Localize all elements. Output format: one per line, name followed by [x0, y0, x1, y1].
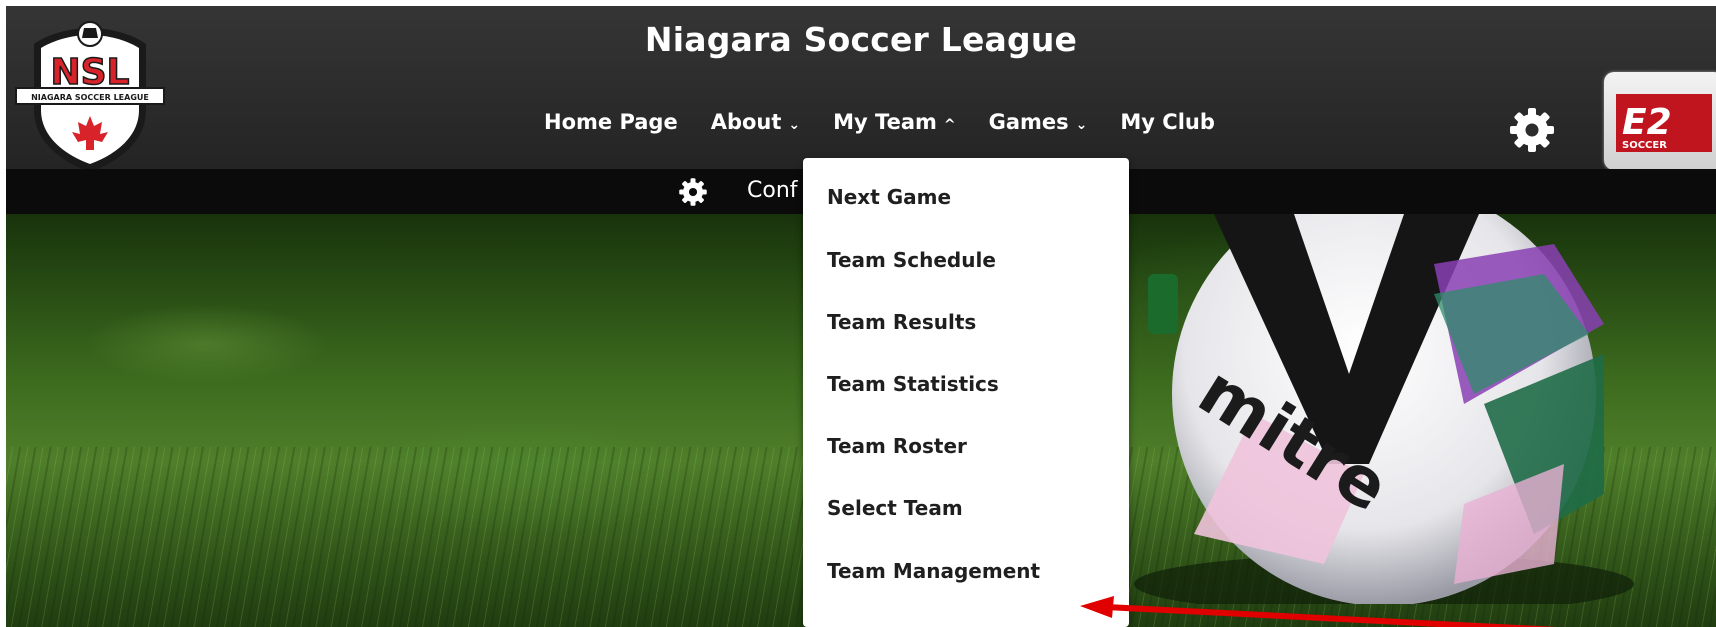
nav-games-label: Games [988, 110, 1069, 134]
badge-subtext: SOCCER [1622, 140, 1667, 151]
main-nav: Home Page About ⌄ My Team ^ Games ⌄ My Club [544, 102, 1248, 142]
nav-my-club[interactable]: My Club [1120, 110, 1215, 134]
menu-item-team-results[interactable]: Team Results [827, 310, 976, 334]
logo-subtext: NIAGARA SOCCER LEAGUE [31, 93, 149, 102]
my-team-dropdown: Next Game Team Schedule Team Results Tea… [803, 158, 1129, 627]
config-link[interactable]: Conf [747, 178, 798, 203]
site-title: Niagara Soccer League [644, 20, 1078, 59]
badge-text: E2 [1622, 102, 1672, 143]
nav-games[interactable]: Games ⌄ [989, 110, 1088, 134]
e2-soccer-badge[interactable]: E2 SOCCER [1604, 72, 1716, 170]
site-header: Niagara Soccer League NIAGARA SOCCER LEA… [6, 6, 1716, 172]
logo-text: NSL [51, 52, 130, 93]
chevron-up-icon: ^ [943, 117, 956, 133]
nav-home-page-label: Home Page [544, 110, 678, 134]
menu-item-team-statistics[interactable]: Team Statistics [827, 372, 999, 396]
menu-item-next-game[interactable]: Next Game [827, 185, 951, 209]
soccer-ball-image: mitre [1134, 214, 1634, 604]
chevron-down-icon: ⌄ [1075, 117, 1088, 133]
gear-icon[interactable] [1508, 106, 1556, 154]
nav-about[interactable]: About ⌄ [711, 110, 800, 134]
page-frame: mitre Niagara Soccer League NIAGARA SOCC… [6, 6, 1716, 627]
nav-my-team[interactable]: My Team ^ [833, 110, 955, 134]
menu-item-team-roster[interactable]: Team Roster [827, 434, 967, 458]
annotation-arrow-icon [1080, 596, 1558, 627]
nav-my-club-label: My Club [1120, 110, 1215, 134]
menu-item-team-schedule[interactable]: Team Schedule [827, 248, 996, 272]
nav-my-team-label: My Team [833, 110, 937, 134]
menu-item-team-management[interactable]: Team Management [827, 559, 1040, 583]
nsl-logo[interactable]: NIAGARA SOCCER LEAGUE NSL [14, 20, 166, 176]
chevron-down-icon: ⌄ [788, 117, 801, 133]
menu-item-select-team[interactable]: Select Team [827, 496, 963, 520]
gear-icon[interactable] [678, 177, 708, 207]
nav-home-page[interactable]: Home Page [544, 110, 678, 134]
e2-logo-icon: E2 SOCCER [1616, 94, 1712, 152]
nav-about-label: About [710, 110, 782, 134]
